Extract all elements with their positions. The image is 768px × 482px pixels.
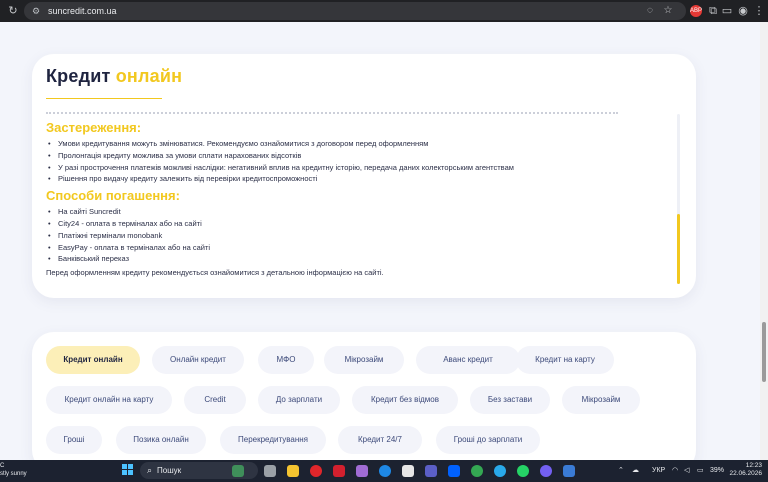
weather-condition: stly sunny bbox=[0, 471, 27, 477]
telegram-icon[interactable] bbox=[494, 465, 506, 477]
tray-chevron-icon[interactable]: ⌃ bbox=[618, 466, 624, 475]
copilot-icon[interactable] bbox=[356, 465, 368, 477]
tag-link[interactable]: Кредит на карту bbox=[516, 346, 614, 374]
payment-heading: Способи погашення: bbox=[46, 188, 180, 204]
warnings-heading: Застереження: bbox=[46, 120, 142, 135]
edge-icon[interactable] bbox=[379, 465, 391, 477]
list-item: Банківський переказ bbox=[46, 253, 676, 265]
info-note: Перед оформленням кредиту рекомендується… bbox=[46, 268, 384, 278]
tag-link[interactable]: Мікрозайм bbox=[562, 386, 640, 414]
page-scrollbar-thumb[interactable] bbox=[762, 322, 766, 382]
clipped-text-line bbox=[46, 112, 618, 114]
tag-link[interactable]: Кредит без відмов bbox=[352, 386, 458, 414]
tag-link-active[interactable]: Кредит онлайн bbox=[46, 346, 140, 374]
warnings-list: Умови кредитування можуть змінюватися. Р… bbox=[46, 138, 676, 185]
notepad-icon[interactable] bbox=[563, 465, 575, 477]
l-app-icon[interactable] bbox=[333, 465, 345, 477]
clock-date: 22.06.2026 bbox=[729, 470, 762, 477]
battery-percent: 39% bbox=[710, 467, 725, 474]
list-item: У разі прострочення платежів можливі нас… bbox=[46, 162, 676, 174]
windows-start-icon[interactable] bbox=[122, 464, 134, 476]
tag-link[interactable]: Кредит 24/7 bbox=[338, 426, 422, 454]
payment-methods-list: На сайті Suncredit City24 - оплата в тер… bbox=[46, 206, 676, 265]
tag-link[interactable]: Позика онлайн bbox=[116, 426, 206, 454]
card-scrollbar[interactable] bbox=[677, 114, 680, 284]
tag-link[interactable]: Кредит онлайн на карту bbox=[46, 386, 172, 414]
card-title: Кредит онлайн bbox=[46, 66, 182, 87]
wifi-icon[interactable]: ◠ bbox=[672, 466, 678, 475]
viber-icon[interactable] bbox=[540, 465, 552, 477]
cloud-icon[interactable]: ☁ bbox=[632, 466, 639, 475]
site-info-icon[interactable]: ⚙ bbox=[32, 6, 42, 16]
store-icon[interactable] bbox=[402, 465, 414, 477]
list-item: Умови кредитування можуть змінюватися. Р… bbox=[46, 138, 676, 150]
star-icon[interactable]: ☆ bbox=[662, 5, 674, 17]
chrome-icon[interactable] bbox=[471, 465, 483, 477]
eye-off-icon[interactable]: ◌ bbox=[644, 5, 656, 17]
list-item: На сайті Suncredit bbox=[46, 206, 676, 218]
windows-taskbar: C stly sunny ⌕ Пошук ⌃ ☁ УКР ◠ ◁ ▭ 39% 1… bbox=[0, 460, 768, 482]
card-title-accent: онлайн bbox=[115, 66, 183, 86]
sidebar-icon[interactable]: ▭ bbox=[720, 4, 734, 18]
list-item: City24 - оплата в терміналах або на сайт… bbox=[46, 218, 676, 230]
weather-widget[interactable]: C stly sunny bbox=[0, 462, 27, 478]
tag-link[interactable]: Гроші до зарплати bbox=[436, 426, 540, 454]
card-title-main: Кредит bbox=[46, 66, 111, 86]
language-indicator[interactable]: УКР bbox=[652, 466, 665, 475]
list-item: Платіжні термінали monobank bbox=[46, 230, 676, 242]
tag-link[interactable]: Аванс кредит bbox=[416, 346, 520, 374]
menu-icon[interactable]: ⋮ bbox=[752, 4, 766, 18]
battery-icon[interactable]: ▭ bbox=[697, 466, 704, 475]
adblock-extension-icon[interactable]: ABP bbox=[690, 5, 702, 17]
search-icon: ⌕ bbox=[147, 465, 153, 475]
url-text[interactable]: suncredit.com.ua bbox=[48, 6, 117, 16]
credit-info-card: Кредит онлайн Застереження: Умови кредит… bbox=[32, 54, 696, 298]
teams-icon[interactable] bbox=[425, 465, 437, 477]
search-label: Пошук bbox=[157, 466, 182, 475]
tag-link[interactable]: Гроші bbox=[46, 426, 102, 454]
address-bar[interactable]: ⚙ suncredit.com.ua ◌ ☆ bbox=[24, 2, 686, 20]
opera-icon[interactable] bbox=[310, 465, 322, 477]
list-item: EasyPay - оплата в терміналах або на сай… bbox=[46, 242, 676, 254]
list-item: Пролонгація кредиту можлива за умови спл… bbox=[46, 150, 676, 162]
clock-time: 12:23 bbox=[745, 462, 762, 469]
card-content[interactable]: Застереження: Умови кредитування можуть … bbox=[46, 120, 676, 277]
title-underline bbox=[46, 98, 162, 99]
tag-link[interactable]: Без застави bbox=[470, 386, 550, 414]
file-explorer-icon[interactable] bbox=[287, 465, 299, 477]
tag-links-card: Кредит онлайн Онлайн кредит МФО Мікрозай… bbox=[32, 332, 696, 472]
tag-link[interactable]: Онлайн кредит bbox=[152, 346, 244, 374]
extensions-icon[interactable]: ⧉ bbox=[706, 4, 720, 18]
page-scrollbar[interactable] bbox=[760, 22, 768, 460]
dropbox-icon[interactable] bbox=[448, 465, 460, 477]
card-scrollbar-thumb[interactable] bbox=[677, 214, 680, 284]
profile-icon[interactable]: ◉ bbox=[736, 4, 750, 18]
widgets-icon[interactable] bbox=[232, 465, 244, 477]
whatsapp-icon[interactable] bbox=[517, 465, 529, 477]
reload-icon[interactable]: ↻ bbox=[6, 4, 20, 18]
task-view-icon[interactable] bbox=[264, 465, 276, 477]
tag-link[interactable]: МФО bbox=[258, 346, 314, 374]
tag-link[interactable]: До зарплати bbox=[258, 386, 340, 414]
browser-toolbar: ↻ ⚙ suncredit.com.ua ◌ ☆ ABP ⧉ ▭ ◉ ⋮ bbox=[0, 0, 768, 22]
clock[interactable]: 12:23 22.06.2026 bbox=[729, 462, 762, 478]
weather-temp: C bbox=[0, 463, 5, 469]
tag-link[interactable]: Мікрозайм bbox=[324, 346, 404, 374]
list-item: Рішення про видачу кредиту залежить від … bbox=[46, 173, 676, 185]
volume-icon[interactable]: ◁ bbox=[684, 466, 689, 475]
tag-link[interactable]: Credit bbox=[184, 386, 246, 414]
tag-link[interactable]: Перекредитування bbox=[220, 426, 326, 454]
